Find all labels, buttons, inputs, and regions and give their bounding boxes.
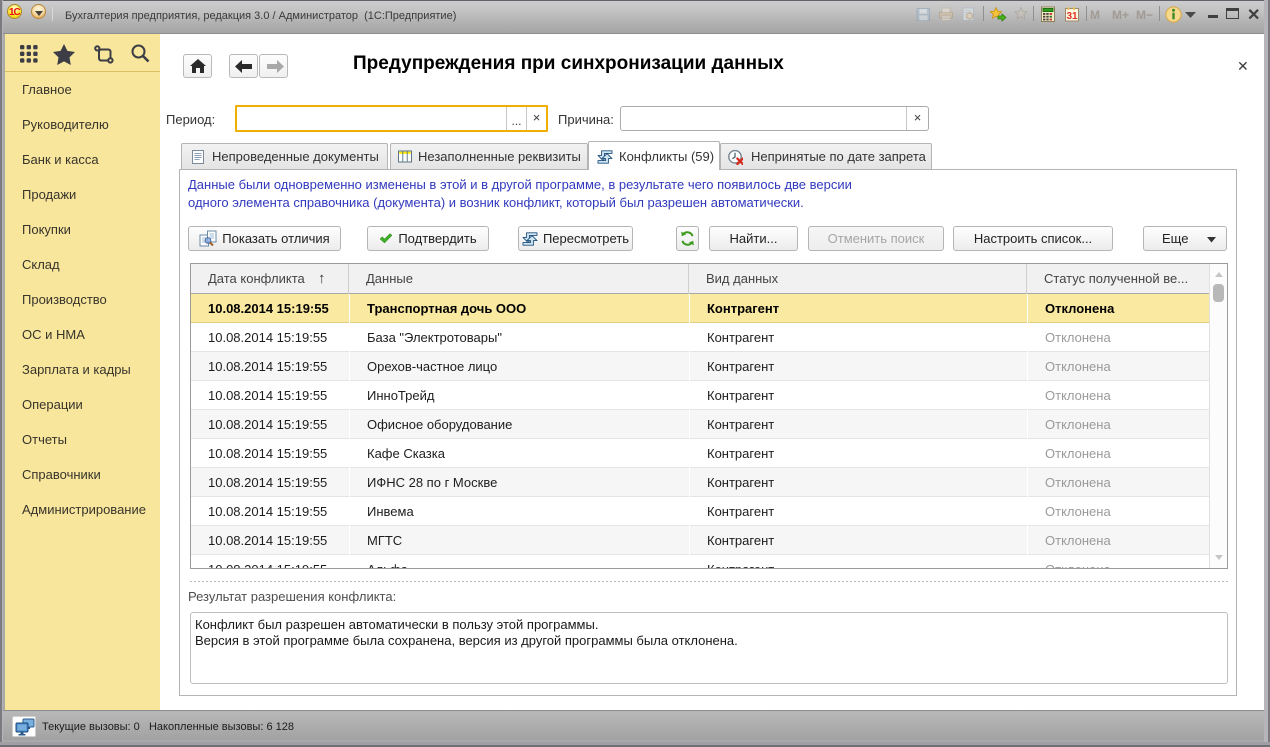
- svg-text:31: 31: [1066, 11, 1078, 22]
